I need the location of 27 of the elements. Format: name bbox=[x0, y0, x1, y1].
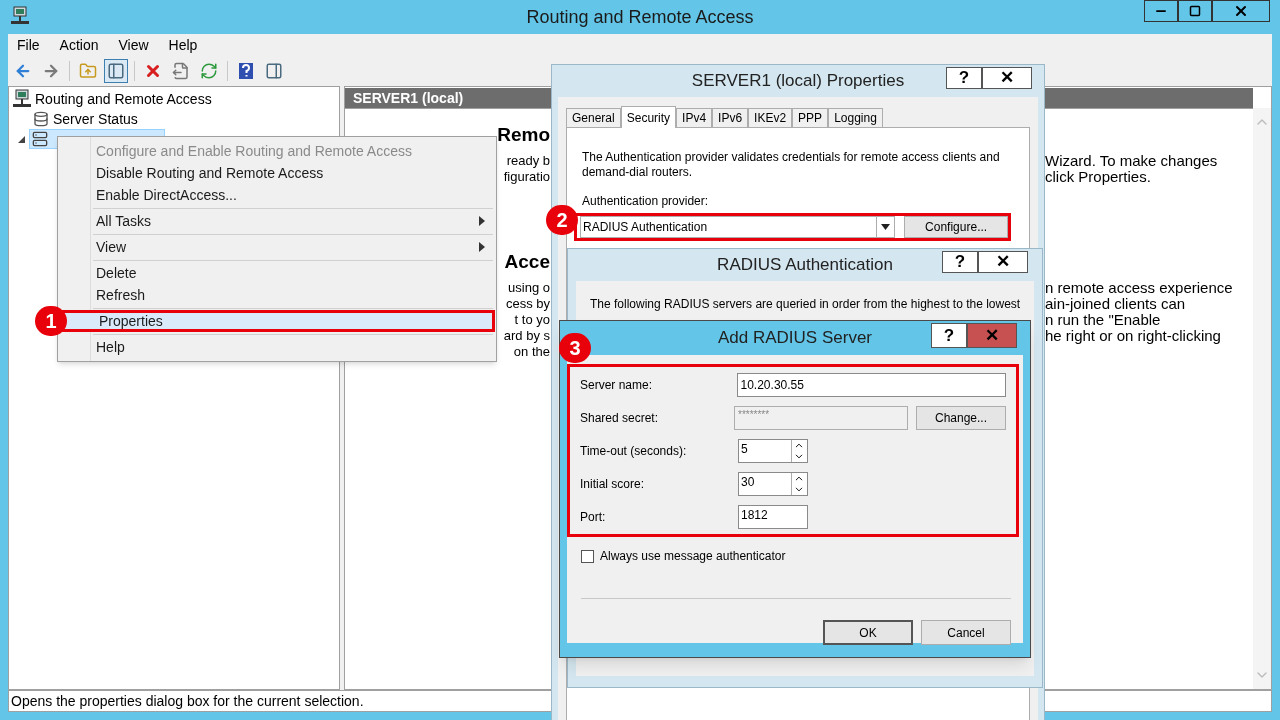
description-text: using o bbox=[508, 280, 550, 296]
description-text: on the bbox=[513, 344, 550, 360]
section-heading: Remo bbox=[497, 123, 550, 147]
checkbox-label: Always use message authenticator bbox=[600, 548, 786, 565]
description-text: n run the "Enable bbox=[1045, 312, 1162, 328]
field-label: Shared secret: bbox=[580, 409, 660, 427]
description-text: ard by s bbox=[503, 328, 550, 344]
description-text: n remote access experience bbox=[1045, 280, 1234, 296]
field-label: Port: bbox=[580, 508, 607, 526]
dialog-title: Add RADIUS Server bbox=[718, 327, 872, 350]
field-label: Authentication provider: bbox=[582, 193, 710, 210]
description-text: ready b bbox=[506, 153, 550, 169]
dialog-title: RADIUS Authentication bbox=[717, 254, 893, 277]
field-label: Server name: bbox=[580, 376, 654, 394]
description-text: ain-joined clients can bbox=[1045, 296, 1186, 312]
description-text: t to yo bbox=[514, 312, 550, 328]
description-text: The following RADIUS servers are queried in order from the highest to the lowest bbox=[590, 296, 1020, 313]
field-label: Initial score: bbox=[580, 475, 646, 493]
section-heading: Acce bbox=[504, 250, 550, 274]
description-text: The Authentication provider validates credentials for remote access clients and demand-dial routers. bbox=[582, 150, 1001, 180]
description-text: Wizard. To make changes bbox=[1045, 153, 1219, 169]
description-text: click Properties. bbox=[1045, 169, 1152, 185]
field-label: Time-out (seconds): bbox=[580, 442, 688, 460]
description-text: cess by bbox=[505, 296, 550, 312]
description-text: figuratio bbox=[503, 169, 550, 185]
window-title: Routing and Remote Access bbox=[526, 5, 754, 29]
description-text: he right or on right-clicking bbox=[1045, 328, 1222, 344]
